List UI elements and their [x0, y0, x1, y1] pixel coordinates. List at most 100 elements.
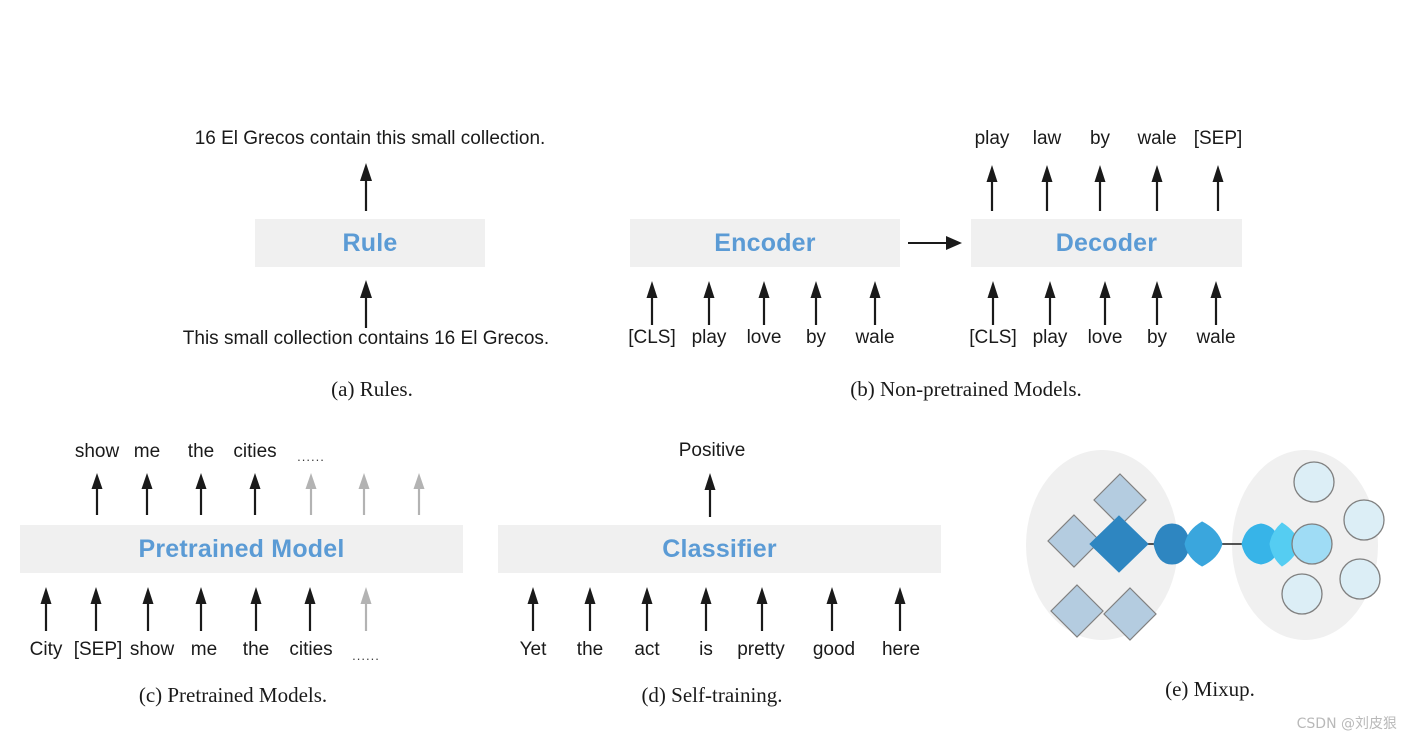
pretrained-output-1: me [133, 441, 161, 462]
decoder-output-3: wale [1137, 128, 1177, 149]
decoder-output-arrow-1 [1039, 165, 1055, 211]
classifier-output-label: Positive [678, 440, 746, 461]
decoder-input-arrow-3 [1149, 281, 1165, 325]
classifier-input-4: pretty [737, 639, 785, 660]
pretrained-output-arrow-2 [193, 473, 209, 515]
pretrained-input-5: cities [289, 639, 333, 660]
rules-input-text: This small collection contains 16 El Gre… [182, 328, 550, 349]
encoder-input-arrow-1 [701, 281, 717, 325]
pretrained-input-arrow-0 [38, 587, 54, 631]
decoder-box-label: Decoder [1055, 228, 1158, 257]
classifier-input-0: Yet [519, 639, 547, 660]
pretrained-output-arrow-6 [411, 473, 427, 515]
pretrained-input-arrow-5 [302, 587, 318, 631]
pretrained-output-arrow-4 [303, 473, 319, 515]
classifier-input-arrow-5 [824, 587, 840, 631]
pretrained-model-box-label: Pretrained Model [138, 534, 345, 563]
mix-shape-2 [1184, 521, 1223, 567]
pretrained-input-3: me [190, 639, 218, 660]
circle-light-right-lower [1339, 558, 1381, 600]
decoder-input-arrow-0 [985, 281, 1001, 325]
decoder-input-3: by [1146, 327, 1168, 348]
decoder-output-4: [SEP] [1193, 128, 1243, 149]
pretrained-output-arrow-1 [139, 473, 155, 515]
encoder-input-0: [CLS] [628, 327, 676, 348]
pretrained-output-2: the [187, 441, 215, 462]
pretrained-input-arrow-2 [140, 587, 156, 631]
pretrained-output-ellipsis: ...... [297, 449, 325, 464]
rule-box: Rule [255, 219, 485, 267]
decoder-output-0: play [974, 128, 1010, 149]
classifier-input-3: is [699, 639, 713, 660]
circle-light-top [1293, 461, 1335, 503]
classifier-input-1: the [576, 639, 604, 660]
pretrained-output-0: show [74, 441, 120, 462]
pretrained-input-1: [SEP] [73, 639, 123, 660]
decoder-input-0: [CLS] [969, 327, 1017, 348]
encoder-input-arrow-3 [808, 281, 824, 325]
decoder-output-arrow-2 [1092, 165, 1108, 211]
classifier-output-arrow [702, 473, 718, 517]
decoder-output-1: law [1032, 128, 1062, 149]
caption-c: (c) Pretrained Models. [138, 683, 328, 707]
caption-b: (b) Non-pretrained Models. [850, 377, 1082, 401]
classifier-box: Classifier [498, 525, 941, 573]
encoder-input-arrow-2 [756, 281, 772, 325]
decoder-output-arrow-0 [984, 165, 1000, 211]
pretrained-input-arrow-3 [193, 587, 209, 631]
decoder-input-4: wale [1196, 327, 1236, 348]
caption-a: (a) Rules. [331, 377, 413, 401]
pretrained-input-ellipsis: ...... [352, 648, 380, 663]
rules-output-text: 16 El Grecos contain this small collecti… [194, 128, 546, 149]
pretrained-input-2: show [129, 639, 175, 660]
caption-d: (d) Self-training. [641, 683, 783, 707]
decoder-input-2: love [1087, 327, 1123, 348]
pretrained-model-box: Pretrained Model [20, 525, 463, 573]
decoder-output-arrow-3 [1149, 165, 1165, 211]
csdn-watermark: CSDN @刘皮狠 [1296, 716, 1397, 732]
pretrained-output-arrow-3 [247, 473, 263, 515]
decoder-output-arrow-4 [1210, 165, 1226, 211]
encoder-input-arrow-4 [867, 281, 883, 325]
encoder-box: Encoder [630, 219, 900, 267]
pretrained-input-arrow-6 [358, 587, 374, 631]
decoder-input-arrow-2 [1097, 281, 1113, 325]
classifier-input-arrow-3 [698, 587, 714, 631]
classifier-input-5: good [812, 639, 856, 660]
panel-mixup: (e) Mixup. [1020, 440, 1400, 701]
encoder-input-1: play [691, 327, 727, 348]
classifier-input-arrow-4 [754, 587, 770, 631]
classifier-input-arrow-6 [892, 587, 908, 631]
pretrained-input-4: the [242, 639, 270, 660]
rule-box-label: Rule [342, 228, 398, 257]
decoder-box: Decoder [971, 219, 1242, 267]
encoder-box-label: Encoder [714, 228, 816, 257]
encoder-input-3: by [805, 327, 827, 348]
circle-anchor-highlight [1291, 523, 1333, 565]
classifier-input-arrow-0 [525, 587, 541, 631]
pretrained-input-arrow-4 [248, 587, 264, 631]
pretrained-output-arrow-0 [89, 473, 105, 515]
classifier-input-2: act [634, 639, 660, 660]
classifier-input-arrow-1 [582, 587, 598, 631]
decoder-input-arrow-4 [1208, 281, 1224, 325]
pretrained-output-arrow-5 [356, 473, 372, 515]
rules-input-arrow [358, 280, 374, 328]
decoder-output-2: by [1089, 128, 1111, 149]
encoder-input-4: wale [855, 327, 895, 348]
encoder-input-arrow-0 [644, 281, 660, 325]
rules-output-arrow [358, 163, 374, 211]
encoder-input-2: love [746, 327, 782, 348]
encoder-to-decoder-arrow [908, 234, 964, 252]
caption-e: (e) Mixup. [1165, 677, 1255, 701]
pretrained-input-arrow-1 [88, 587, 104, 631]
circle-light-bottom [1281, 573, 1323, 615]
mixup-graphic [1026, 450, 1385, 641]
classifier-input-6: here [881, 639, 921, 660]
classifier-input-arrow-2 [639, 587, 655, 631]
pretrained-input-0: City [29, 639, 63, 660]
decoder-input-1: play [1032, 327, 1068, 348]
decoder-input-arrow-1 [1042, 281, 1058, 325]
circle-light-right-upper [1343, 499, 1385, 541]
classifier-box-label: Classifier [662, 534, 777, 563]
